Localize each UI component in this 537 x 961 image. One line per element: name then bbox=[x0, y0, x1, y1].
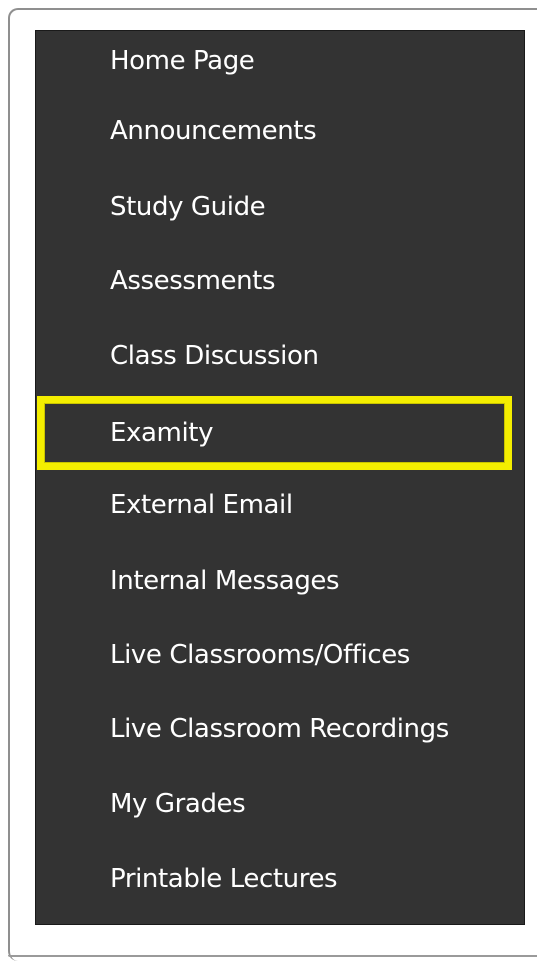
menu-item-live-classroom-recordings[interactable]: Live Classroom Recordings bbox=[36, 699, 524, 759]
menu-item-label: External Email bbox=[110, 490, 293, 520]
menu-item-my-grades[interactable]: My Grades bbox=[36, 774, 524, 834]
menu-item-label: Assessments bbox=[110, 266, 276, 296]
menu-item-label: Announcements bbox=[110, 116, 317, 146]
menu-item-label: My Grades bbox=[110, 789, 246, 819]
menu-item-label: Class Discussion bbox=[110, 341, 319, 371]
menu-item-label: Live Classrooms/Offices bbox=[110, 640, 410, 670]
menu-item-assessments[interactable]: Assessments bbox=[36, 251, 524, 311]
menu-item-examity[interactable]: Examity bbox=[37, 396, 512, 470]
menu-item-class-discussion[interactable]: Class Discussion bbox=[36, 326, 524, 386]
menu-item-internal-messages[interactable]: Internal Messages bbox=[36, 551, 524, 611]
menu-item-external-email[interactable]: External Email bbox=[36, 475, 524, 535]
menu-item-announcements[interactable]: Announcements bbox=[36, 101, 524, 161]
menu-item-home-page[interactable]: Home Page bbox=[36, 31, 524, 91]
menu-item-printable-lectures[interactable]: Printable Lectures bbox=[36, 849, 524, 909]
frame-bottom-edge bbox=[8, 955, 537, 957]
course-navigation-menu: Home Page Announcements Study Guide Asse… bbox=[35, 30, 525, 925]
menu-item-label: Printable Lectures bbox=[110, 864, 338, 894]
menu-item-live-classrooms-offices[interactable]: Live Classrooms/Offices bbox=[36, 625, 524, 685]
menu-item-label: Internal Messages bbox=[110, 566, 340, 596]
menu-item-label: Live Classroom Recordings bbox=[110, 714, 449, 744]
menu-item-label: Home Page bbox=[110, 46, 255, 76]
menu-item-study-guide[interactable]: Study Guide bbox=[36, 177, 524, 237]
menu-item-label: Examity bbox=[110, 418, 214, 448]
menu-item-label: Study Guide bbox=[110, 192, 266, 222]
